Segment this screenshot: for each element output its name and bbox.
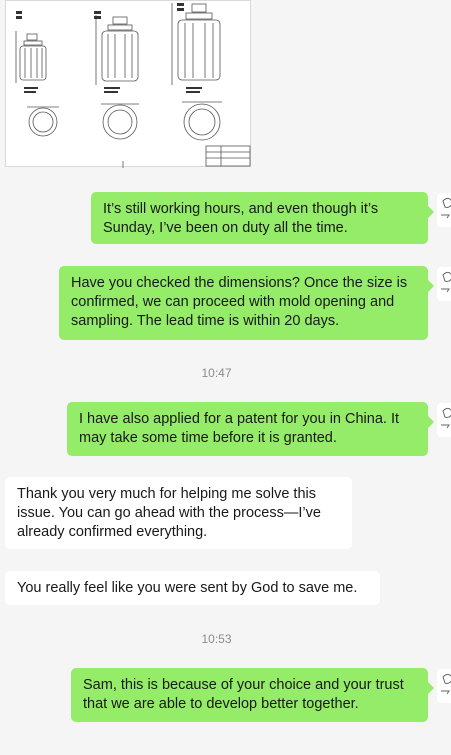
avatar-drawing-icon: [441, 407, 451, 429]
bottle-drawing-icon: [15, 3, 251, 168]
user-avatar-icon[interactable]: [437, 403, 451, 437]
message-text: It’s still working hours, and even thoug…: [103, 201, 379, 236]
message-text: Thank you very much for helping me solve…: [17, 486, 321, 540]
avatar-drawing-icon: [441, 197, 451, 219]
message-text: You really feel like you were sent by Go…: [17, 580, 358, 596]
message-text: I have also applied for a patent for you…: [79, 411, 400, 446]
message-bubble-incoming[interactable]: Thank you very much for helping me solve…: [5, 477, 352, 549]
message-bubble-outgoing[interactable]: I have also applied for a patent for you…: [67, 402, 434, 456]
user-avatar-icon[interactable]: [437, 669, 451, 703]
user-avatar-icon[interactable]: [437, 267, 451, 301]
technical-drawing-image[interactable]: [5, 0, 251, 168]
message-bubble-incoming[interactable]: You really feel like you were sent by Go…: [5, 571, 380, 605]
message-bubble-outgoing[interactable]: Have you checked the dimensions? Once th…: [59, 266, 434, 340]
message-bubble-outgoing[interactable]: It’s still working hours, and even thoug…: [91, 192, 434, 244]
avatar-drawing-icon: [441, 673, 451, 695]
message-bubble-outgoing[interactable]: Sam, this is because of your choice and …: [71, 668, 434, 722]
timestamp: 10:53: [201, 632, 232, 646]
user-avatar-icon[interactable]: [437, 193, 451, 227]
avatar-drawing-icon: [441, 271, 451, 293]
message-text: Have you checked the dimensions? Once th…: [71, 275, 408, 329]
timestamp: 10:47: [201, 366, 232, 380]
message-text: Sam, this is because of your choice and …: [83, 677, 404, 712]
